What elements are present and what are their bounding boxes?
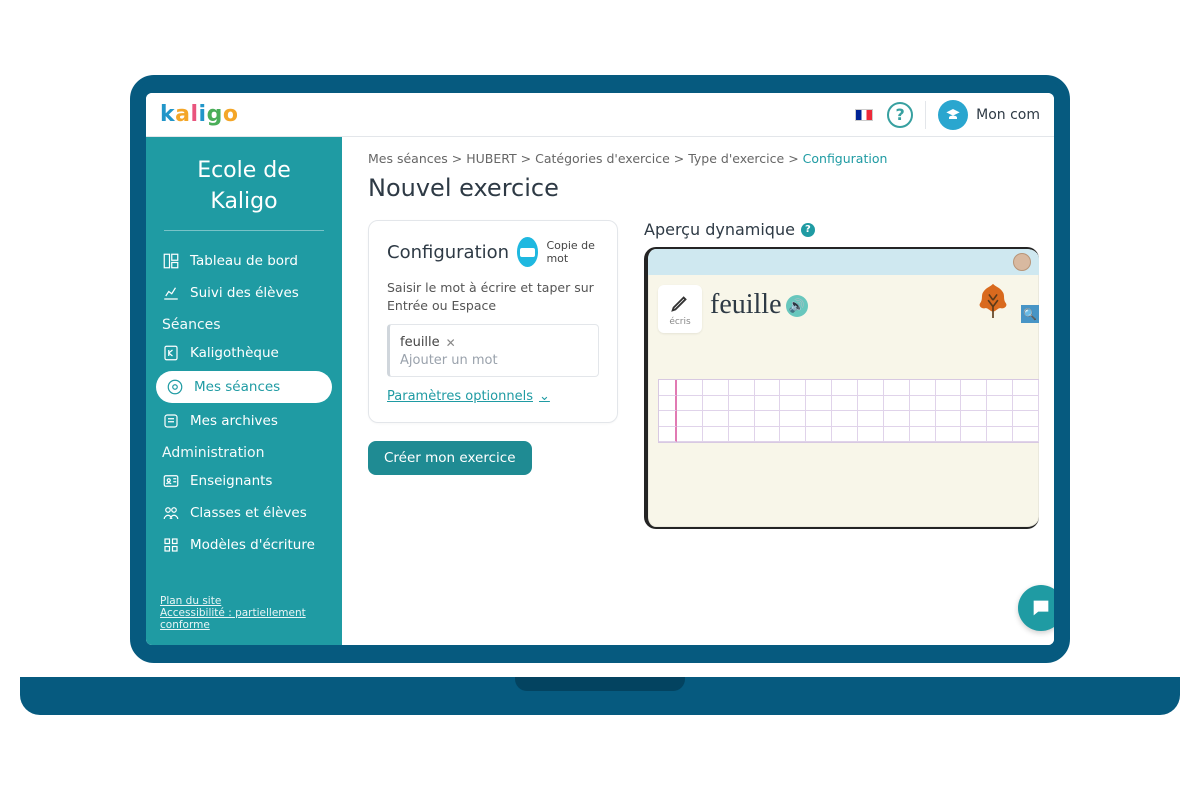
sessions-icon	[166, 378, 184, 396]
archive-icon	[162, 412, 180, 430]
help-button[interactable]: ?	[887, 102, 913, 128]
sidebar-item-label: Mes archives	[190, 413, 278, 429]
page-title: Nouvel exercice	[368, 174, 1028, 202]
sidebar-footer: Plan du site Accessibilité : partielleme…	[146, 589, 342, 637]
config-card: Configuration Copie de mot Saisir le mot…	[368, 220, 618, 423]
sidebar-item-label: Enseignants	[190, 473, 272, 489]
sidebar-item-classes[interactable]: Classes et élèves	[146, 497, 342, 529]
laptop-notch	[515, 677, 685, 691]
book-k-icon	[162, 344, 180, 362]
school-name: Ecole de Kaligo	[146, 155, 342, 216]
exercise-type-badge-icon	[517, 237, 538, 267]
breadcrumb: Mes séances > HUBERT > Catégories d'exer…	[368, 151, 1028, 166]
flag-fr-icon[interactable]	[855, 109, 873, 121]
sidebar-item-label: Kaligothèque	[190, 345, 279, 361]
sitemap-link[interactable]: Plan du site	[160, 595, 328, 607]
ruled-writing-area	[658, 379, 1039, 443]
writing-models-icon	[162, 536, 180, 554]
preview-tablet: écris feuille 🔊 🔍	[644, 247, 1039, 529]
config-title: Configuration	[387, 242, 509, 263]
chat-fab-button[interactable]	[1018, 585, 1054, 631]
content-row: Configuration Copie de mot Saisir le mot…	[368, 220, 1028, 529]
write-tool-button[interactable]: écris	[658, 285, 702, 333]
sidebar-item-label: Classes et élèves	[190, 505, 307, 521]
account-avatar-icon[interactable]	[938, 100, 968, 130]
sidebar-item-label: Suivi des élèves	[190, 285, 299, 301]
users-icon	[162, 504, 180, 522]
app-body: Ecole de Kaligo Tableau de bord Suivi de…	[146, 137, 1054, 645]
config-instruction: Saisir le mot à écrire et taper sur Entr…	[387, 279, 599, 314]
laptop-frame: kaligo ? Mon com Ecole de Kaligo	[130, 75, 1070, 715]
sidebar-item-label: Mes séances	[194, 379, 280, 395]
preview-column: Aperçu dynamique ? écris feuille	[644, 220, 1039, 529]
sidebar-item-kaligotheque[interactable]: Kaligothèque	[146, 337, 342, 369]
app-logo: kaligo	[160, 102, 238, 127]
info-icon[interactable]: ?	[801, 223, 815, 237]
tablet-top-bar	[648, 249, 1039, 275]
sidebar-item-writing-models[interactable]: Modèles d'écriture	[146, 529, 342, 561]
leaf-illustration-icon	[967, 279, 1019, 331]
tablet-avatar-icon	[1013, 253, 1031, 271]
breadcrumb-current: Configuration	[803, 151, 888, 166]
sidebar: Ecole de Kaligo Tableau de bord Suivi de…	[146, 137, 342, 645]
word-input-placeholder: Ajouter un mot	[400, 353, 588, 368]
app-screen: kaligo ? Mon com Ecole de Kaligo	[146, 93, 1054, 645]
optional-params-toggle[interactable]: Paramètres optionnels ⌄	[387, 389, 550, 404]
config-column: Configuration Copie de mot Saisir le mot…	[368, 220, 618, 475]
top-bar: kaligo ? Mon com	[146, 93, 1054, 137]
sidebar-item-sessions[interactable]: Mes séances	[156, 371, 332, 403]
sidebar-item-teachers[interactable]: Enseignants	[146, 465, 342, 497]
create-exercise-button[interactable]: Créer mon exercice	[368, 441, 532, 475]
main-panel: Mes séances > HUBERT > Catégories d'exer…	[342, 137, 1054, 645]
sidebar-item-archives[interactable]: Mes archives	[146, 405, 342, 437]
sidebar-item-dashboard[interactable]: Tableau de bord	[146, 245, 342, 277]
accessibility-link[interactable]: Accessibilité : partiellement conforme	[160, 607, 328, 631]
sidebar-item-label: Tableau de bord	[190, 253, 298, 269]
pencil-icon	[669, 292, 691, 314]
id-card-icon	[162, 472, 180, 490]
chart-line-icon	[162, 284, 180, 302]
chat-icon	[1030, 597, 1052, 619]
laptop-base	[20, 677, 1180, 715]
sidebar-item-tracking[interactable]: Suivi des élèves	[146, 277, 342, 309]
sidebar-item-label: Modèles d'écriture	[190, 537, 315, 553]
remove-tag-icon[interactable]: ✕	[446, 336, 456, 350]
section-sessions-label: Séances	[146, 309, 342, 337]
zoom-icon[interactable]: 🔍	[1021, 305, 1039, 323]
section-admin-label: Administration	[146, 437, 342, 465]
word-tag: feuille ✕	[400, 335, 456, 350]
divider	[925, 101, 926, 129]
account-label[interactable]: Mon com	[976, 107, 1040, 123]
audio-play-icon[interactable]: 🔊	[786, 295, 808, 317]
word-input[interactable]: feuille ✕ Ajouter un mot	[387, 324, 599, 377]
preview-title: Aperçu dynamique	[644, 220, 795, 239]
preview-word: feuille	[710, 289, 782, 321]
chevron-down-icon: ⌄	[539, 389, 550, 404]
divider	[164, 230, 324, 231]
exercise-type-label: Copie de mot	[546, 239, 599, 265]
laptop-bezel: kaligo ? Mon com Ecole de Kaligo	[130, 75, 1070, 663]
dashboard-icon	[162, 252, 180, 270]
preview-title-row: Aperçu dynamique ?	[644, 220, 1039, 239]
